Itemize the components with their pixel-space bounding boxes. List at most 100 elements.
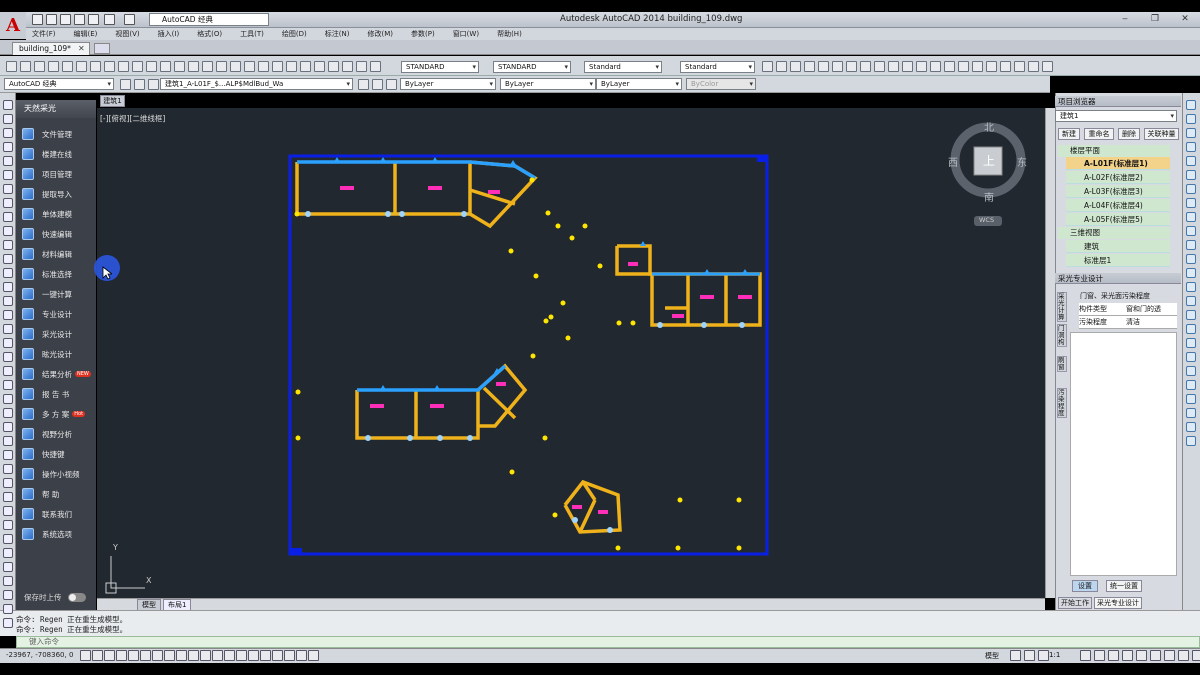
- modify-tool-icon[interactable]: [1186, 226, 1196, 236]
- status-toggle-icon[interactable]: [212, 650, 223, 661]
- toolbar1b-icon-3[interactable]: [804, 61, 815, 72]
- modify-tool-icon[interactable]: [1186, 394, 1196, 404]
- toolbar2-icon-0[interactable]: [120, 79, 131, 90]
- status-toggle-icon[interactable]: [224, 650, 235, 661]
- toolbar1-icon-15[interactable]: [216, 61, 227, 72]
- lighting-side-tab-1[interactable]: 门洞构: [1057, 324, 1067, 347]
- vertical-scrollbar[interactable]: [1045, 108, 1055, 598]
- tangent-item-2[interactable]: 项目管理: [18, 166, 96, 182]
- layer-tools-icon-2[interactable]: [386, 79, 397, 90]
- status-tray-icon[interactable]: [1178, 650, 1189, 661]
- modify-tool-icon[interactable]: [1186, 422, 1196, 432]
- linetype-select[interactable]: ByLayer: [500, 78, 596, 90]
- modify-tool-icon[interactable]: [1186, 268, 1196, 278]
- draw-tool-icon[interactable]: [3, 282, 13, 292]
- draw-tool-icon[interactable]: [3, 226, 13, 236]
- status-tray-icon[interactable]: [1192, 650, 1200, 661]
- menu-item-11[interactable]: 帮助(H): [488, 29, 531, 39]
- status-toggle-icon[interactable]: [200, 650, 211, 661]
- draw-tool-icon[interactable]: [3, 156, 13, 166]
- layer-tools-icon-1[interactable]: [372, 79, 383, 90]
- modify-tool-icon[interactable]: [1186, 324, 1196, 334]
- draw-tool-icon[interactable]: [3, 380, 13, 390]
- draw-tool-icon[interactable]: [3, 100, 13, 110]
- draw-tool-icon[interactable]: [3, 562, 13, 572]
- toolbar1-icon-5[interactable]: [76, 61, 87, 72]
- draw-tool-icon[interactable]: [3, 240, 13, 250]
- floor-item-3[interactable]: A-L03F(标准层3): [1066, 185, 1170, 198]
- status-tray-icon[interactable]: [1136, 650, 1147, 661]
- workspace-toolbar-select[interactable]: AutoCAD 经典: [4, 78, 114, 90]
- lighting-side-tab-2[interactable]: 刷窗: [1057, 356, 1067, 372]
- floor-item-5[interactable]: A-L05F(标准层5): [1066, 213, 1170, 226]
- tangent-item-14[interactable]: 多 方 案 Hot: [18, 406, 96, 422]
- modify-tool-icon[interactable]: [1186, 296, 1196, 306]
- menu-item-1[interactable]: 编辑(E): [65, 29, 107, 39]
- tangent-item-13[interactable]: 报 告 书: [18, 386, 96, 402]
- draw-tool-icon[interactable]: [3, 492, 13, 502]
- tangent-item-12[interactable]: 结果分析 NEW: [18, 366, 96, 382]
- toolbar1-icon-8[interactable]: [118, 61, 129, 72]
- status-tray-icon[interactable]: [1150, 650, 1161, 661]
- workspace-select[interactable]: AutoCAD 经典: [149, 13, 269, 26]
- toolbar1-icon-6[interactable]: [90, 61, 101, 72]
- draw-tool-icon[interactable]: [3, 212, 13, 222]
- layer-tools-icon-0[interactable]: [358, 79, 369, 90]
- toolbar1b-icon-15[interactable]: [972, 61, 983, 72]
- draw-tool-icon[interactable]: [3, 198, 13, 208]
- status-toggle-icon[interactable]: [236, 650, 247, 661]
- tangent-item-7[interactable]: 标准选择: [18, 266, 96, 282]
- status-tray-icon[interactable]: [1108, 650, 1119, 661]
- plotstyle-select[interactable]: ByColor: [686, 78, 756, 90]
- color-select[interactable]: ByLayer: [400, 78, 496, 90]
- status-tray-icon[interactable]: [1122, 650, 1133, 661]
- new-tab-button[interactable]: [94, 43, 110, 54]
- print-icon[interactable]: [88, 14, 99, 25]
- unified-settings-button[interactable]: 统一设置: [1106, 580, 1142, 592]
- table-style-select[interactable]: Standard: [584, 61, 662, 73]
- status-toggle-icon[interactable]: [152, 650, 163, 661]
- lineweight-select[interactable]: ByLayer: [596, 78, 682, 90]
- floor-item-1[interactable]: A-L01F(标准层1): [1066, 157, 1170, 170]
- compass-north[interactable]: 北: [984, 119, 994, 134]
- floor-plan-group[interactable]: 楼层平面: [1058, 145, 1170, 157]
- toolbar1-icon-23[interactable]: [328, 61, 339, 72]
- toolbar1b-icon-2[interactable]: [790, 61, 801, 72]
- modify-tool-icon[interactable]: [1186, 352, 1196, 362]
- mleader-style-select[interactable]: Standard: [680, 61, 755, 73]
- settings-button[interactable]: 设置: [1072, 580, 1098, 592]
- save-upload-toggle[interactable]: [68, 593, 86, 602]
- tangent-item-15[interactable]: 视野分析: [18, 426, 96, 442]
- draw-tool-icon[interactable]: [3, 520, 13, 530]
- modify-tool-icon[interactable]: [1186, 198, 1196, 208]
- modify-tool-icon[interactable]: [1186, 156, 1196, 166]
- cursor-coordinates[interactable]: -23967, -708360, 0: [6, 651, 73, 659]
- toolbar1-icon-21[interactable]: [300, 61, 311, 72]
- modify-tool-icon[interactable]: [1186, 212, 1196, 222]
- toolbar1b-icon-12[interactable]: [930, 61, 941, 72]
- modify-tool-icon[interactable]: [1186, 114, 1196, 124]
- status-toggle-icon[interactable]: [176, 650, 187, 661]
- status-toggle-icon[interactable]: [260, 650, 271, 661]
- modify-tool-icon[interactable]: [1186, 254, 1196, 264]
- draw-tool-icon[interactable]: [3, 436, 13, 446]
- tangent-item-3[interactable]: 提取导入: [18, 186, 96, 202]
- toolbar1-icon-7[interactable]: [104, 61, 115, 72]
- draw-tool-icon[interactable]: [3, 142, 13, 152]
- modify-tool-icon[interactable]: [1186, 100, 1196, 110]
- draw-tool-icon[interactable]: [3, 268, 13, 278]
- lighting-side-tab-0[interactable]: 采光计算: [1057, 292, 1067, 322]
- status-toggle-icon[interactable]: [104, 650, 115, 661]
- minimize-icon[interactable]: ‒: [1110, 14, 1140, 26]
- toolbar1b-icon-10[interactable]: [902, 61, 913, 72]
- restore-icon[interactable]: ❐: [1140, 14, 1170, 26]
- compass-west[interactable]: 西: [948, 154, 958, 169]
- text-style-select[interactable]: STANDARD: [401, 61, 479, 73]
- menu-item-5[interactable]: 工具(T): [231, 29, 273, 39]
- tangent-item-20[interactable]: 系统选项: [18, 526, 96, 542]
- modify-tool-icon[interactable]: [1186, 282, 1196, 292]
- status-toggle-icon[interactable]: [188, 650, 199, 661]
- status-tray-icon[interactable]: [1080, 650, 1091, 661]
- modify-tool-icon[interactable]: [1186, 142, 1196, 152]
- tangent-item-17[interactable]: 操作小视频: [18, 466, 96, 482]
